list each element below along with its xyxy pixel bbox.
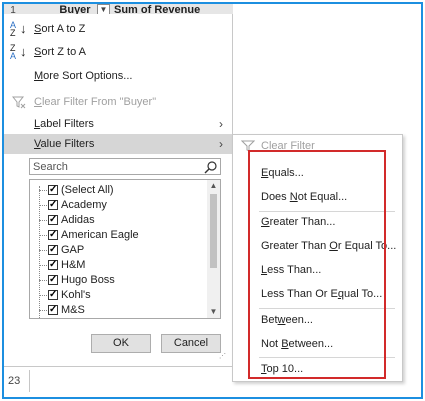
tree-branch xyxy=(39,265,47,266)
list-item-label: H&M xyxy=(61,259,86,271)
checkbox[interactable]: ✓ xyxy=(48,215,58,225)
chevron-right-icon: › xyxy=(219,137,223,151)
scroll-up-icon[interactable]: ▲ xyxy=(207,180,220,192)
search-icon xyxy=(204,161,217,174)
scroll-down-icon[interactable]: ▼ xyxy=(207,306,220,318)
clear-filter-item[interactable]: Clear Filter From "Buyer" xyxy=(4,92,233,112)
cancel-button[interactable]: Cancel xyxy=(161,334,221,353)
tree-branch xyxy=(39,295,47,296)
list-item-label: Hugo Boss xyxy=(61,274,115,286)
tree-branch xyxy=(39,190,47,191)
search-input[interactable]: Search xyxy=(29,158,221,175)
list-item-label: Kohl's xyxy=(61,289,91,301)
list-item-label: GAP xyxy=(61,244,85,256)
checkbox[interactable]: ✓ xyxy=(48,290,58,300)
buyer-checkbox-list: ✓ (Select All) ✓ Academy ✓ Adidas ✓ American Ea… xyxy=(29,179,221,319)
tree-branch xyxy=(39,220,47,221)
sort-z-to-a[interactable]: Z A ↓ Sort Z to A xyxy=(4,42,233,62)
tree-branch xyxy=(39,205,47,206)
list-item-label: American Eagle xyxy=(61,229,139,241)
clear-filter-icon xyxy=(12,96,26,109)
list-item-label: (Select All) xyxy=(61,184,114,196)
tree-branch xyxy=(39,250,47,251)
sort-az-icon: A Z ↓ xyxy=(10,20,27,38)
checkbox[interactable]: ✓ xyxy=(48,275,58,285)
checkbox[interactable]: ✓ xyxy=(48,230,58,240)
chevron-down-icon: ▼ xyxy=(99,5,108,14)
tree-branch xyxy=(39,310,47,311)
checkbox[interactable]: ✓ xyxy=(48,305,58,315)
tree-branch xyxy=(39,235,47,236)
list-scrollbar[interactable]: ▲ ▼ xyxy=(207,180,220,318)
list-item-label: Academy xyxy=(61,199,107,211)
value-filters[interactable]: Value Filters › xyxy=(4,134,233,154)
resize-grip-icon[interactable]: ⋰ xyxy=(219,353,226,360)
checkbox[interactable]: ✓ xyxy=(48,200,58,210)
label-filters[interactable]: Label Filters › xyxy=(4,114,233,134)
checkbox[interactable]: ✓ xyxy=(48,245,58,255)
sort-a-to-z[interactable]: A Z ↓ Sort A to Z xyxy=(4,19,233,39)
sort-za-icon: Z A ↓ xyxy=(10,43,27,61)
list-item-label: M&S xyxy=(61,304,85,316)
row-number-bottom: 23 xyxy=(4,370,30,392)
more-sort-options[interactable]: More Sort Options... xyxy=(4,66,233,86)
ok-button[interactable]: OK xyxy=(91,334,151,353)
checkbox[interactable]: ✓ xyxy=(48,260,58,270)
tree-branch xyxy=(39,280,47,281)
scroll-thumb[interactable] xyxy=(210,194,217,268)
annotation-highlight-box xyxy=(248,150,386,379)
chevron-right-icon: › xyxy=(219,117,223,131)
checkbox[interactable]: ✓ xyxy=(48,185,58,195)
list-item-label: Adidas xyxy=(61,214,95,226)
